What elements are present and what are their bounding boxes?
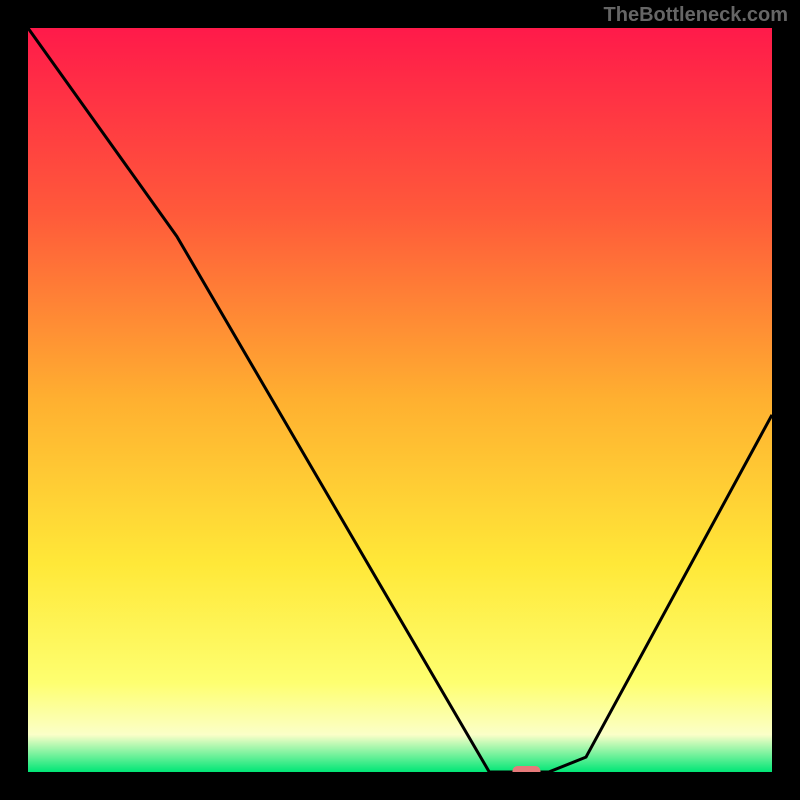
optimal-marker (512, 766, 540, 772)
watermark-text: TheBottleneck.com (604, 4, 788, 27)
bottleneck-curve (28, 28, 772, 772)
chart-area (28, 28, 772, 772)
chart-curve-layer (28, 28, 772, 772)
